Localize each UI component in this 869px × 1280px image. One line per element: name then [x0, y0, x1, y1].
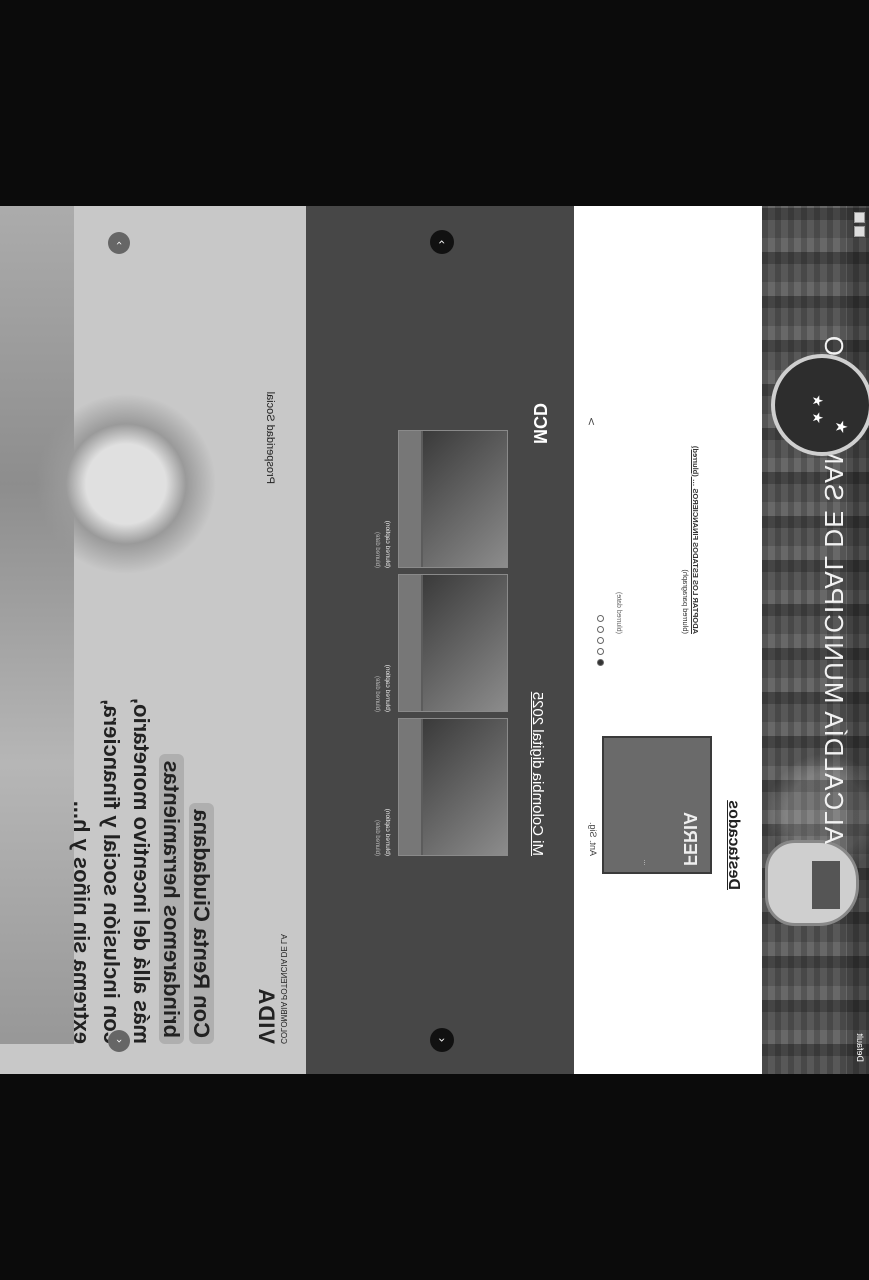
news-card[interactable]: (blurred caption) (blurred date) [374, 430, 508, 568]
featured-poster[interactable]: FERIA … [602, 736, 712, 874]
people-photo [0, 206, 74, 1044]
carousel-dot[interactable] [597, 659, 604, 666]
carousel-dot[interactable] [597, 637, 604, 644]
banner-prev-button[interactable]: ‹ [108, 1030, 130, 1052]
carousel-dot[interactable] [597, 615, 604, 622]
hero-banner: Default ALCALDÍA MUNICIPAL DE SAMANIEGO [762, 206, 869, 1074]
poster-nav[interactable]: Ant. Sig. [588, 822, 598, 856]
card-image [398, 718, 508, 856]
card-caption: (blurred caption) [384, 664, 391, 712]
flag-logo[interactable] [771, 354, 869, 456]
carousel-dot[interactable] [597, 626, 604, 633]
chevron-right-icon[interactable]: > [585, 417, 598, 426]
prosperidad-social-logo: Prosperidad Social [264, 391, 276, 484]
news-title: ADOPTAR LOS ESTADOS FINANCIEROS … (blurr… [691, 445, 700, 634]
renta-ciudadana-banner[interactable]: COLOMBIA POTENCIA DE LA VIDA Prosperidad… [0, 206, 306, 1074]
news-item[interactable]: ADOPTAR LOS ESTADOS FINANCIEROS … (blurr… [680, 434, 700, 634]
accessibility-icon[interactable] [854, 226, 865, 237]
municipal-crest [765, 840, 859, 926]
mcd-logo: MCD [530, 403, 550, 444]
card-image [398, 430, 508, 568]
card-image [398, 574, 508, 712]
colombia-vida-logo: COLOMBIA POTENCIA DE LA VIDA [254, 934, 288, 1044]
news-body: (blurred paragraph) [681, 569, 690, 634]
card-caption: (blurred caption) [384, 520, 391, 568]
flipped-page-frame: Default ALCALDÍA MUNICIPAL DE SAMANIEGO … [0, 206, 869, 1074]
card-caption: (blurred caption) [384, 808, 391, 856]
banner-next-button[interactable]: › [108, 232, 130, 254]
carousel-prev-button[interactable]: ‹ [430, 1028, 454, 1052]
page: Default ALCALDÍA MUNICIPAL DE SAMANIEGO … [0, 206, 869, 1074]
section-title: Mi Colombia digital 2025 [529, 691, 546, 856]
mi-colombia-digital-section: Mi Colombia digital 2025 MCD (blurred ca… [306, 206, 574, 1074]
corner-icons [854, 212, 865, 237]
banner-headline: Con Renta Ciudadana brindaremos herramie… [69, 698, 214, 1044]
news-card[interactable]: (blurred caption) (blurred date) [374, 574, 508, 712]
carousel-next-button[interactable]: › [430, 230, 454, 254]
section-title: Destacados [725, 800, 742, 890]
top-bar: Default [847, 206, 869, 1074]
card-date: (blurred date) [374, 675, 380, 712]
destacados-section: Destacados FERIA … Ant. Sig. ADOPTAR LOS… [574, 206, 762, 1074]
news-date: (blurred date) [615, 591, 622, 634]
contrast-icon[interactable] [854, 212, 865, 223]
card-date: (blurred date) [374, 819, 380, 856]
fruit-photo [36, 394, 216, 574]
card-date: (blurred date) [374, 531, 380, 568]
carousel-dots [597, 615, 604, 666]
news-cards: (blurred caption) (blurred date) (blurre… [374, 430, 508, 856]
news-card[interactable]: (blurred caption) (blurred date) [374, 718, 508, 856]
carousel-dot[interactable] [597, 648, 604, 655]
language-select[interactable]: Default [855, 1033, 865, 1062]
